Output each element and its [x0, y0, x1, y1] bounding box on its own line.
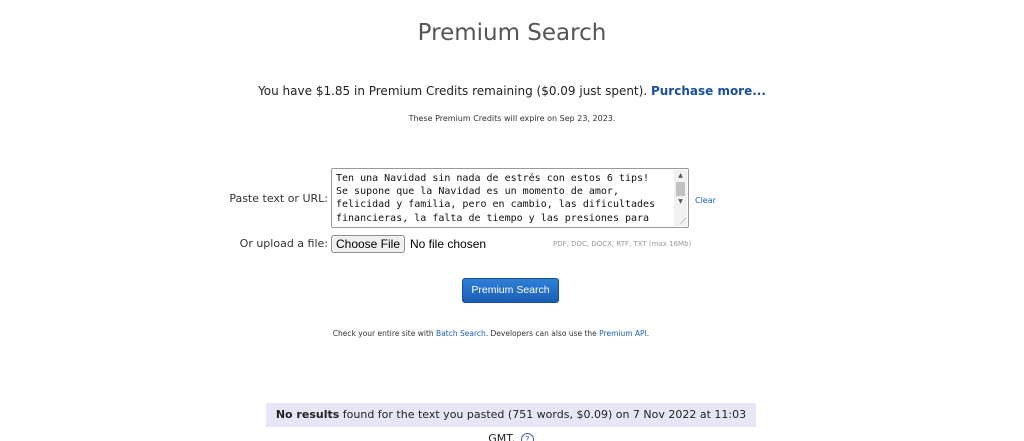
- page-title: Premium Search: [417, 20, 607, 46]
- scroll-down-arrow-icon[interactable]: ▼: [674, 196, 687, 207]
- credits-text: You have $1.85 in Premium Credits remain…: [258, 84, 648, 98]
- batch-search-link[interactable]: Batch Search: [436, 329, 486, 338]
- batch-search-info: Check your entire site with Batch Search…: [0, 329, 982, 338]
- result-banner: No results found for the text you pasted…: [266, 403, 756, 441]
- resize-grip-icon[interactable]: ⟋: [677, 217, 686, 226]
- scroll-up-arrow-icon[interactable]: ▲: [674, 170, 687, 181]
- no-results-label: No results: [275, 408, 340, 421]
- choose-file-button[interactable]: Choose File: [331, 235, 405, 253]
- batch-prefix-text: Check your entire site with: [332, 329, 437, 338]
- result-details-text: found for the text you pasted (751 words…: [339, 408, 747, 441]
- file-formats-hint: PDF, DOC, DOCX, RTF, TXT (max 16Mb): [553, 240, 692, 248]
- credits-info: You have $1.85 in Premium Credits remain…: [0, 84, 1024, 98]
- purchase-more-link[interactable]: Purchase more...: [651, 84, 766, 98]
- upload-label: Or upload a file:: [239, 237, 328, 250]
- batch-middle-text: . Developers can also use the: [485, 329, 600, 338]
- clear-link[interactable]: Clear: [695, 196, 716, 205]
- question-circle-icon[interactable]: ?: [520, 432, 534, 441]
- premium-api-link[interactable]: Premium API: [599, 329, 647, 338]
- paste-text-area[interactable]: Ten una Navidad sin nada de estrés con e…: [331, 168, 689, 228]
- premium-search-button[interactable]: Premium Search: [462, 278, 559, 303]
- credits-expiry-text: These Premium Credits will expire on Sep…: [408, 114, 616, 123]
- no-file-chosen-text: No file chosen: [410, 237, 487, 251]
- scroll-thumb[interactable]: [676, 182, 685, 196]
- batch-suffix-text: .: [646, 329, 650, 338]
- paste-label: Paste text or URL:: [229, 192, 328, 205]
- page: Premium Search You have $1.85 in Premium…: [0, 0, 1024, 441]
- paste-text-content[interactable]: Ten una Navidad sin nada de estrés con e…: [336, 172, 672, 226]
